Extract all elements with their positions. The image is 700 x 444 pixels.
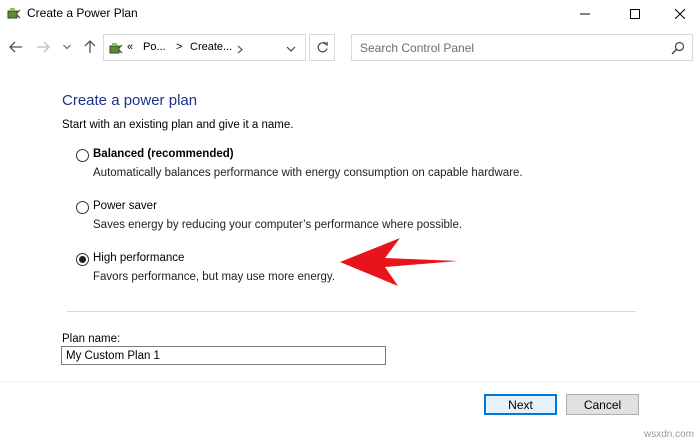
breadcrumb-create-plan[interactable]: Create... xyxy=(190,41,232,53)
radio-high-performance[interactable] xyxy=(76,253,89,266)
up-button[interactable] xyxy=(80,37,100,57)
plan-label-power-saver[interactable]: Power saver xyxy=(93,200,157,212)
cancel-button[interactable]: Cancel xyxy=(566,394,639,415)
plan-description-power-saver: Saves energy by reducing your computer’s… xyxy=(93,219,463,231)
search-icon[interactable] xyxy=(670,40,686,56)
control-panel-icon xyxy=(109,43,123,54)
window-title: Create a Power Plan xyxy=(27,6,138,20)
address-bar[interactable]: « Po... > Create... xyxy=(103,34,306,61)
arrow-left-icon xyxy=(9,41,22,53)
section-divider xyxy=(67,311,636,312)
back-button[interactable] xyxy=(6,37,26,57)
plan-description-high-performance: Favors performance, but may use more ene… xyxy=(93,271,336,283)
search-box[interactable]: Search Control Panel xyxy=(351,34,693,61)
plan-option-balanced[interactable]: Balanced (recommended) Automatically bal… xyxy=(76,148,636,188)
footer-divider xyxy=(0,381,700,382)
plan-option-power-saver[interactable]: Power saver Saves energy by reducing you… xyxy=(76,200,636,240)
close-button[interactable] xyxy=(657,0,700,28)
search-input[interactable]: Search Control Panel xyxy=(360,41,474,55)
plan-name-field[interactable] xyxy=(61,346,386,365)
breadcrumb-overflow[interactable]: « xyxy=(127,41,133,53)
intro-text: Start with an existing plan and give it … xyxy=(62,119,294,131)
radio-power-saver[interactable] xyxy=(76,201,89,214)
arrow-up-icon xyxy=(84,40,96,53)
watermark: wsxdn.com xyxy=(643,429,694,440)
title-bar: Create a Power Plan xyxy=(0,0,700,28)
minimize-icon xyxy=(580,13,590,15)
breadcrumb-separator: > xyxy=(176,41,183,53)
plan-name-label: Plan name: xyxy=(62,333,121,345)
maximize-button[interactable] xyxy=(612,0,658,28)
page-title: Create a power plan xyxy=(62,92,198,109)
breadcrumb-chevron-icon xyxy=(237,45,243,54)
refresh-icon xyxy=(317,41,328,53)
maximize-icon xyxy=(630,9,640,19)
address-dropdown-icon[interactable] xyxy=(286,46,296,52)
breadcrumb-power-options[interactable]: Po... xyxy=(143,41,166,53)
close-icon xyxy=(675,9,685,19)
refresh-button[interactable] xyxy=(309,34,335,61)
plan-label-high-performance[interactable]: High performance xyxy=(93,252,184,264)
power-options-icon xyxy=(7,8,21,19)
annotation-arrow-icon xyxy=(340,238,458,286)
next-button[interactable]: Next xyxy=(484,394,557,415)
plan-label-balanced[interactable]: Balanced (recommended) xyxy=(93,148,234,160)
minimize-button[interactable] xyxy=(562,0,608,28)
arrow-right-icon xyxy=(37,41,50,53)
radio-balanced[interactable] xyxy=(76,149,89,162)
chevron-down-icon xyxy=(63,44,71,50)
forward-button[interactable] xyxy=(33,37,53,57)
plan-description-balanced: Automatically balances performance with … xyxy=(93,167,523,179)
recent-locations-button[interactable] xyxy=(60,37,74,57)
